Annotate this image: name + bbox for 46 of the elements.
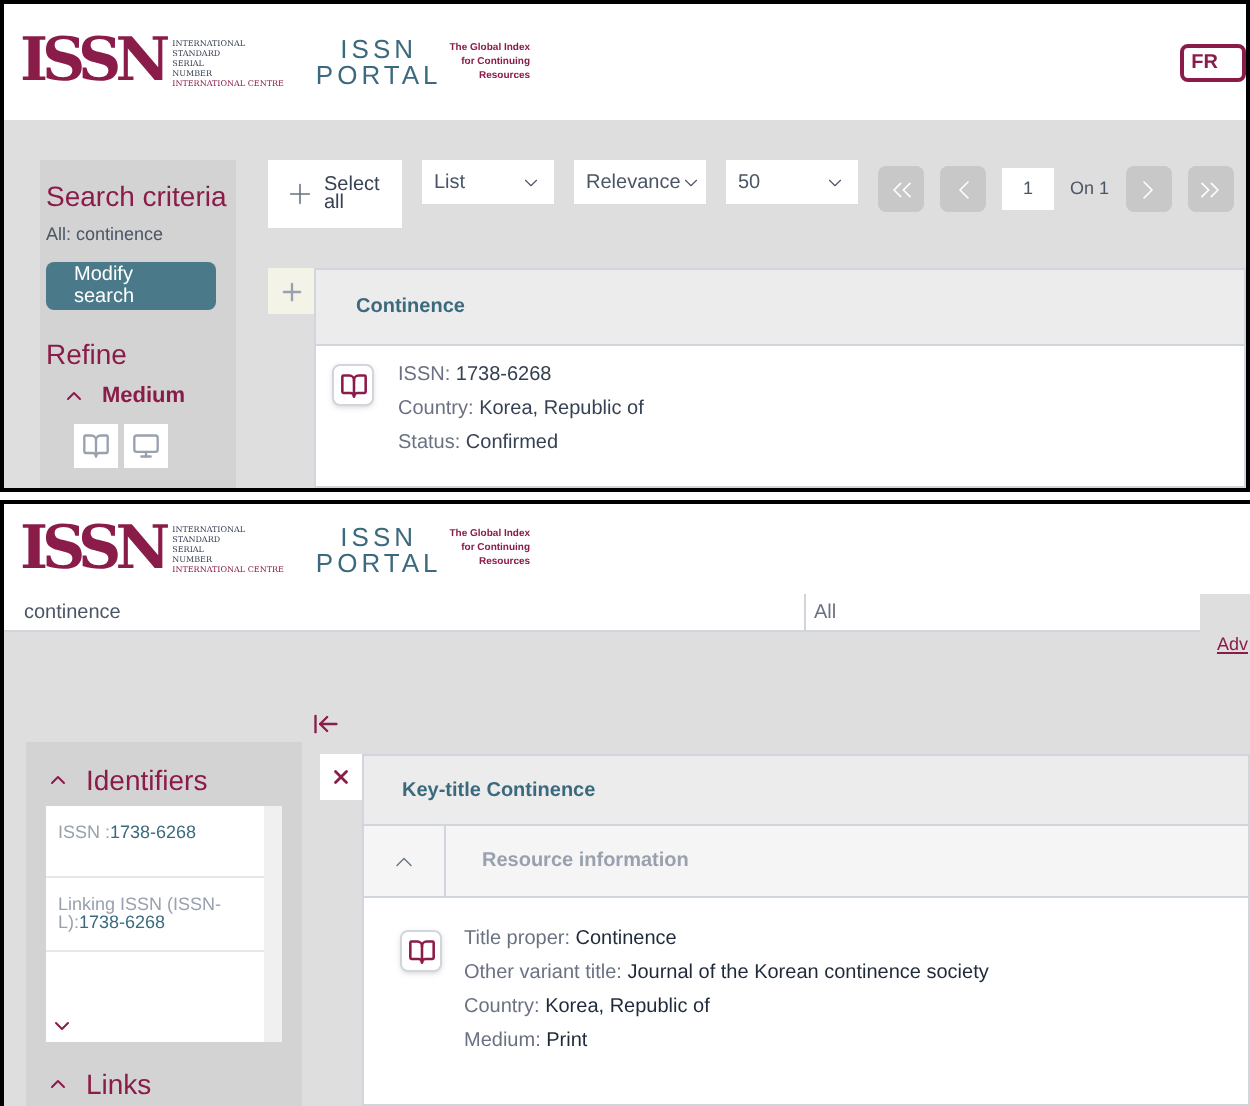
advanced-search-link[interactable]: Adv bbox=[1216, 632, 1248, 659]
dropdown-select[interactable]: List bbox=[422, 160, 554, 204]
collapse-sidebar-icon[interactable] bbox=[312, 710, 340, 738]
sidebar-title: Search criteria bbox=[46, 178, 229, 216]
logo-mark: ISSN bbox=[20, 519, 165, 579]
portal-logo-top: ISSN bbox=[340, 36, 417, 62]
language-button[interactable]: FR bbox=[1179, 43, 1246, 81]
section-toggle[interactable]: Identifiers bbox=[26, 758, 302, 802]
dropdown-select[interactable]: 50 bbox=[726, 160, 858, 204]
book-drawing bbox=[407, 937, 435, 965]
plus-icon bbox=[284, 178, 316, 210]
scope-field[interactable]: All bbox=[804, 594, 1200, 632]
facet-toggle[interactable]: Medium bbox=[62, 379, 236, 412]
plus-icon bbox=[277, 277, 305, 305]
section-toggle[interactable]: Links bbox=[26, 1062, 302, 1106]
book-drawing bbox=[339, 371, 367, 399]
record-field: Title proper: Continence bbox=[464, 922, 989, 956]
monitor-filter-icon[interactable] bbox=[124, 424, 168, 468]
portal-logo-top: ISSN bbox=[340, 523, 417, 549]
portal-logo-bottom: PORTAL bbox=[315, 549, 442, 575]
monitor-icon bbox=[132, 432, 160, 460]
expand-button[interactable] bbox=[268, 268, 314, 314]
page-count: On 1 bbox=[1070, 175, 1110, 202]
record-field: ISSN: 1738-6268 bbox=[398, 358, 644, 392]
record-field: Other variant title: Journal of the Korean continence society bbox=[464, 956, 989, 990]
logo-mark: ISSN bbox=[20, 32, 165, 92]
record-field: Medium: Print bbox=[464, 1024, 989, 1058]
record-field: Status: Confirmed bbox=[398, 426, 644, 460]
scrollbar[interactable] bbox=[264, 806, 282, 1042]
modify-search-button[interactable]: Modify search bbox=[46, 261, 216, 309]
portal-logo-bottom: PORTAL bbox=[315, 62, 442, 88]
record-title: Key-title Continence bbox=[402, 777, 596, 805]
record-field: Country: Korea, Republic of bbox=[398, 392, 644, 426]
select-all-button[interactable]: Select all bbox=[268, 160, 402, 228]
page-input[interactable]: 1 bbox=[1002, 168, 1054, 210]
section-title: Resource information bbox=[480, 848, 689, 876]
close-icon bbox=[330, 766, 352, 788]
search-field[interactable]: continence bbox=[4, 594, 804, 632]
search-criteria-text: All: continence bbox=[46, 222, 166, 248]
close-button[interactable] bbox=[320, 754, 362, 800]
book-icon bbox=[82, 432, 110, 460]
refine-title: Refine bbox=[46, 335, 129, 373]
record-field: Country: Korea, Republic of bbox=[464, 990, 989, 1024]
result-title[interactable]: Continence bbox=[356, 292, 465, 322]
book-filter-icon[interactable] bbox=[74, 424, 118, 468]
dropdown-select[interactable]: Relevance bbox=[574, 160, 706, 204]
